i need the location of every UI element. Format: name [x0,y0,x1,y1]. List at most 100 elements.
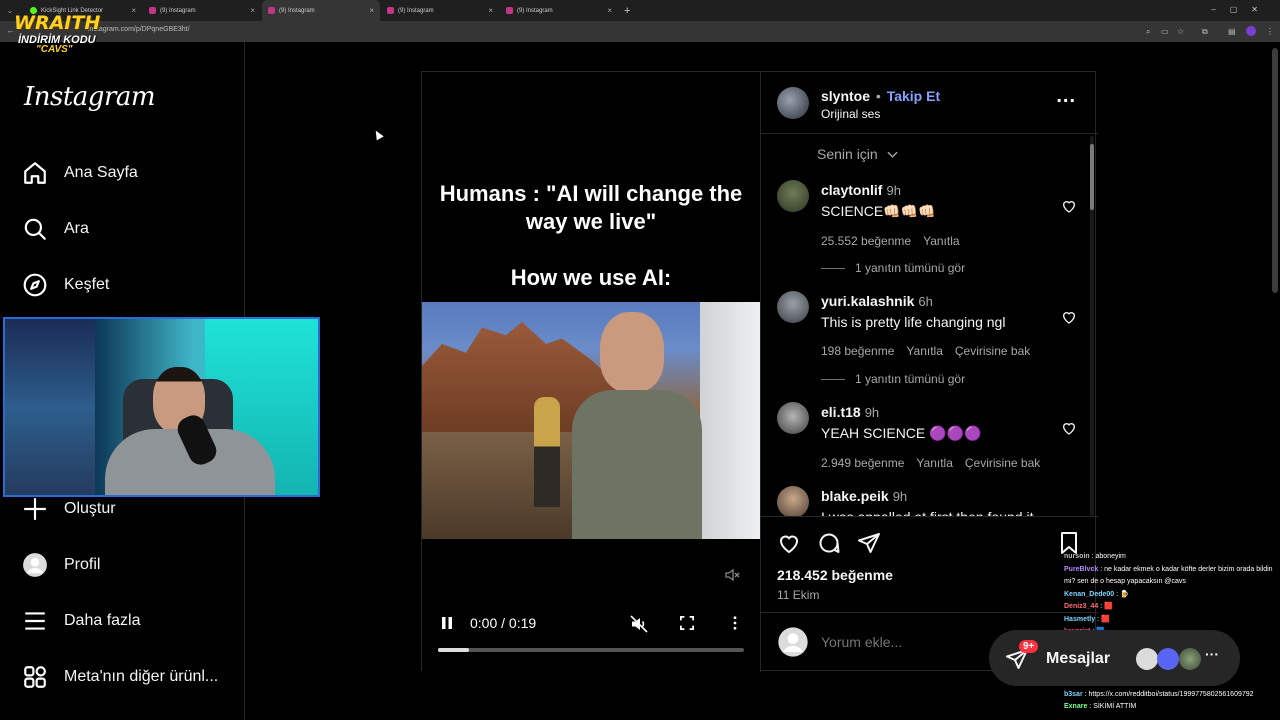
chat-text: : 🟥 [1095,615,1110,623]
profile-avatar-icon[interactable] [1246,26,1256,36]
fullscreen-icon[interactable] [680,616,694,630]
reply-button[interactable]: Yanıtla [923,234,959,248]
foreground-person [572,312,702,539]
comment-username[interactable]: eli.t18 [821,404,861,420]
sidebar-item-home[interactable]: Ana Sayfa [22,158,138,188]
close-icon[interactable]: × [607,6,612,15]
sidebar-item-search[interactable]: Ara [22,214,89,244]
audio-link[interactable]: Orijinal ses [821,107,880,121]
comment-text: This is pretty life changing ngl [821,314,1006,330]
chevron-down-icon: ⌄ [7,7,13,15]
browser-tab-2[interactable]: (9) Instagram × [262,0,380,21]
comment-username[interactable]: claytonlif [821,182,882,198]
contact-avatar [1136,648,1158,670]
muted-badge-icon[interactable] [724,567,740,583]
heart-icon[interactable] [1061,420,1077,436]
home-icon [24,162,46,184]
post-video[interactable]: Humans : "AI will change the way we live… [422,72,760,672]
pause-icon[interactable] [440,616,454,630]
more-contacts-icon: ··· [1205,646,1219,662]
url-field[interactable]: instagram.com/p/DPqneGBE3ht/ [88,26,190,33]
comment-username[interactable]: blake.peik [821,488,889,504]
bookmark-star-icon[interactable]: ☆ [1177,27,1184,36]
sidebar-item-explore[interactable]: Keşfet [22,270,109,300]
comment-input[interactable] [821,633,981,651]
post-options-button[interactable]: ... [1056,85,1076,108]
share-send-icon[interactable] [857,531,881,555]
heart-icon[interactable] [1061,198,1077,214]
messages-pill[interactable]: 9+ Mesajlar ··· [989,630,1240,686]
follow-button[interactable]: Takip Et [887,88,940,104]
likes-count[interactable]: 218.452 beğenme [777,567,893,583]
comment-time: 9h [892,489,908,504]
like-heart-icon[interactable] [777,531,801,555]
close-icon[interactable]: × [250,6,255,15]
comment-time: 9h [864,405,880,420]
comment-likes[interactable]: 198 beğenme [821,344,894,358]
sidebar-item-more[interactable]: Daha fazla [22,606,141,636]
author-avatar[interactable] [777,87,809,119]
reply-button[interactable]: Yanıtla [916,456,952,470]
chat-text: : https://x.com/redditboi/status/1999775… [1082,690,1254,698]
minimize-icon[interactable]: – [1211,5,1229,14]
comment-filter-dropdown[interactable]: Senin için [817,146,898,162]
video-progress-bar[interactable] [438,648,744,652]
sidebar-item-meta-apps[interactable]: Meta'nın diğer ürünl... [22,662,218,692]
browser-menu-icon[interactable]: ⋮ [1266,27,1274,36]
reply-button[interactable]: Yanıtla [906,344,942,358]
browser-tab-3[interactable]: (9) Instagram × [381,0,499,21]
chat-message: Kenan_Dede00 : 🍺 [1064,589,1280,602]
author-username[interactable]: slyntoe [821,88,870,104]
scrollbar-thumb[interactable] [1090,144,1094,210]
zoom-icon[interactable]: ⌕ [1146,27,1150,37]
close-icon[interactable]: × [131,6,136,15]
chat-text: : 🟥 [1098,603,1113,610]
translate-button[interactable]: Çevirisine bak [965,456,1040,470]
browser-tab-4[interactable]: (9) Instagram × [500,0,618,21]
background-person [534,397,560,507]
video-caption-top: Humans : "AI will change the way we live… [439,181,743,234]
translate-button[interactable]: Çevirisine bak [955,344,1030,358]
heart-icon[interactable] [1061,309,1077,325]
volume-muted-icon[interactable] [630,615,648,633]
browser-tab-1[interactable]: (9) Instagram × [143,0,261,21]
view-replies-button[interactable]: 1 yanıtın tümünü gör [821,261,965,275]
post-date: 11 Ekim [777,588,820,602]
profile-icon [23,553,47,577]
instagram-favicon-icon [506,7,513,14]
comment-text: SCIENCE👊🏻👊🏻👊🏻 [821,203,936,219]
cast-icon[interactable]: ▭ [1161,27,1169,36]
contact-avatar [1179,648,1201,670]
comment-bubble-icon[interactable] [817,531,841,555]
instagram-logo[interactable]: Instagram [24,82,156,112]
extensions-icon[interactable]: ⧉ [1202,27,1208,37]
window-controls: –▢✕ [1211,5,1272,14]
comment-avatar[interactable] [777,291,809,323]
comment-avatar[interactable] [777,486,809,517]
video-more-icon[interactable] [733,616,737,630]
chat-text: : aboneyim [1089,553,1126,560]
sidebar-item-create[interactable]: Oluştur [22,494,116,524]
comment-avatar[interactable] [777,402,809,434]
maximize-icon[interactable]: ▢ [1230,5,1252,14]
view-replies-button[interactable]: 1 yanıtın tümünü gör [821,372,965,386]
extension-icon[interactable]: ▤ [1228,27,1236,36]
comment-likes[interactable]: 25.552 beğenme [821,234,911,248]
comment-avatar[interactable] [777,180,809,212]
sidebar-item-profile[interactable]: Profil [22,550,100,580]
apps-icon [24,666,46,688]
mouse-cursor-icon [372,128,384,141]
post-actions: 218.452 beğenme 11 Ekim [761,516,1098,612]
comment-clip: blake.peik 9h I was appalled at first the… [761,482,1087,517]
discord-avatar-icon [1157,648,1179,670]
page-scrollbar[interactable] [1272,48,1278,293]
video-frame [422,302,760,539]
close-icon[interactable]: × [488,6,493,15]
comment-likes[interactable]: 2.949 beğenme [821,456,904,470]
comments-scrollbar[interactable] [1090,136,1094,516]
close-window-icon[interactable]: ✕ [1251,5,1272,14]
chat-username: PureBlvck [1064,565,1099,573]
comment-username[interactable]: yuri.kalashnik [821,293,914,309]
new-tab-button[interactable]: + [624,5,630,17]
close-icon[interactable]: × [369,6,374,15]
